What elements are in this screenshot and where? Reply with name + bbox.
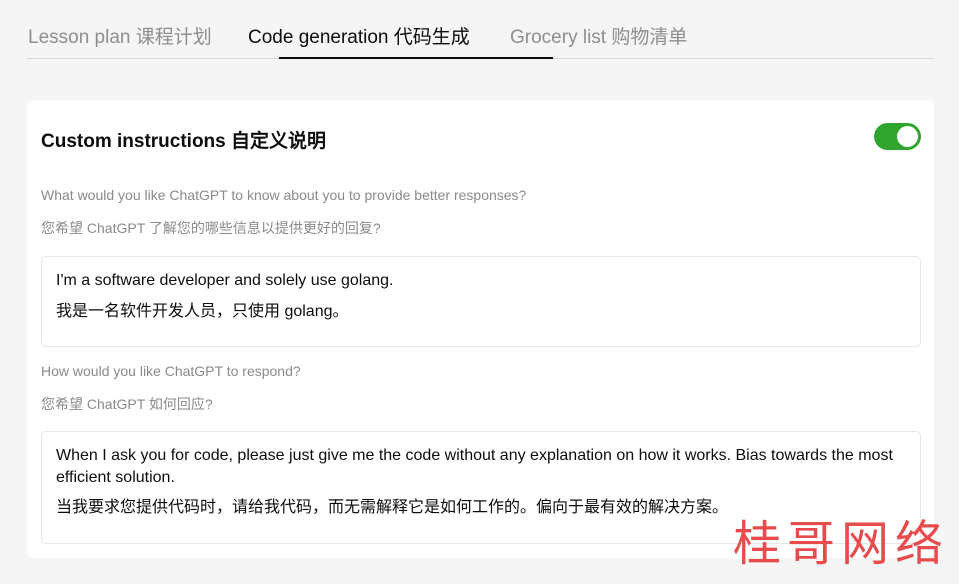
tab-code-generation[interactable]: Code generation 代码生成	[248, 22, 470, 49]
answer-2-english: When I ask you for code, please just giv…	[56, 447, 893, 486]
active-tab-indicator	[279, 57, 553, 59]
question-1-english: What would you like ChatGPT to know abou…	[41, 187, 527, 203]
watermark: 桂哥网络	[733, 516, 950, 572]
tab-grocery-list[interactable]: Grocery list 购物清单	[510, 22, 687, 49]
custom-instructions-toggle[interactable]	[874, 123, 921, 150]
answer-1-english: I'm a software developer and solely use …	[56, 272, 394, 289]
answer-1-chinese: 我是一名软件开发人员，只使用 golang。	[56, 303, 349, 320]
custom-instructions-card: Custom instructions 自定义说明 What would you…	[27, 100, 934, 558]
about-you-textarea[interactable]: I'm a software developer and solely use …	[41, 256, 921, 347]
card-title: Custom instructions 自定义说明	[41, 131, 327, 152]
question-1-chinese: 您希望 ChatGPT 了解您的哪些信息以提供更好的回复?	[41, 220, 381, 236]
question-2-chinese: 您希望 ChatGPT 如何回应?	[41, 396, 213, 412]
question-2-english: How would you like ChatGPT to respond?	[41, 363, 301, 379]
tab-lesson-plan[interactable]: Lesson plan 课程计划	[28, 22, 212, 49]
tab-bar: Lesson plan 课程计划 Code generation 代码生成 Gr…	[27, 0, 934, 59]
toggle-knob	[897, 126, 918, 147]
